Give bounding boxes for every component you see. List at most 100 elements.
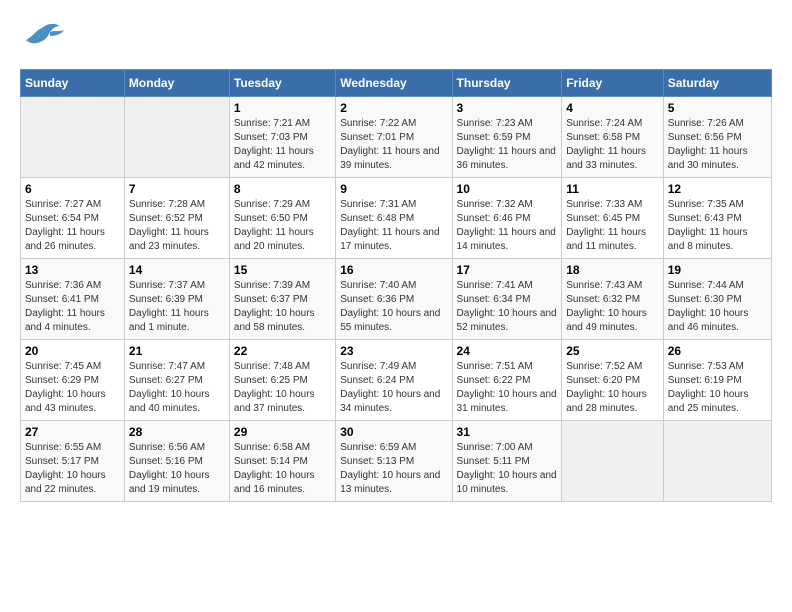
day-number: 3 bbox=[457, 101, 558, 115]
calendar-week-1: 1 Sunrise: 7:21 AM Sunset: 7:03 PM Daylig… bbox=[21, 97, 772, 178]
calendar-cell: 31 Sunrise: 7:00 AM Sunset: 5:11 PM Dayli… bbox=[452, 421, 562, 502]
day-number: 15 bbox=[234, 263, 331, 277]
day-number: 13 bbox=[25, 263, 120, 277]
day-number: 24 bbox=[457, 344, 558, 358]
calendar-cell: 3 Sunrise: 7:23 AM Sunset: 6:59 PM Daylig… bbox=[452, 97, 562, 178]
calendar-cell bbox=[124, 97, 229, 178]
logo-icon bbox=[20, 20, 64, 54]
day-number: 29 bbox=[234, 425, 331, 439]
day-number: 5 bbox=[668, 101, 767, 115]
calendar-cell: 30Sunrise: 6:59 AM Sunset: 5:13 PM Dayli… bbox=[336, 421, 452, 502]
day-number: 8 bbox=[234, 182, 331, 196]
day-number: 27 bbox=[25, 425, 120, 439]
weekday-header-saturday: Saturday bbox=[663, 70, 771, 97]
calendar-cell: 28 Sunrise: 6:56 AM Sunset: 5:16 PM Dayli… bbox=[124, 421, 229, 502]
calendar-cell: 10 Sunrise: 7:32 AM Sunset: 6:46 PM Dayli… bbox=[452, 178, 562, 259]
day-info: Sunrise: 7:33 AM Sunset: 6:45 PM Dayligh… bbox=[566, 198, 659, 254]
day-number: 20 bbox=[25, 344, 120, 358]
weekday-header-friday: Friday bbox=[562, 70, 664, 97]
day-number: 2 bbox=[340, 101, 447, 115]
calendar-cell: 13 Sunrise: 7:36 AM Sunset: 6:41 PM Dayli… bbox=[21, 259, 125, 340]
day-info: Sunrise: 7:21 AM Sunset: 7:03 PM Dayligh… bbox=[234, 117, 331, 173]
day-info: Sunrise: 7:27 AM Sunset: 6:54 PM Dayligh… bbox=[25, 198, 120, 254]
calendar-week-5: 27 Sunrise: 6:55 AM Sunset: 5:17 PM Dayli… bbox=[21, 421, 772, 502]
page-header bbox=[20, 20, 772, 59]
calendar-table: SundayMondayTuesdayWednesdayThursdayFrid… bbox=[20, 69, 772, 502]
day-info: Sunrise: 6:55 AM Sunset: 5:17 PM Dayligh… bbox=[25, 441, 120, 497]
day-info: Sunrise: 7:47 AM Sunset: 6:27 PM Dayligh… bbox=[129, 360, 225, 416]
calendar-cell: 16 Sunrise: 7:40 AM Sunset: 6:36 PM Dayli… bbox=[336, 259, 452, 340]
weekday-header-monday: Monday bbox=[124, 70, 229, 97]
day-info: Sunrise: 7:53 AM Sunset: 6:19 PM Dayligh… bbox=[668, 360, 767, 416]
day-info: Sunrise: 7:24 AM Sunset: 6:58 PM Dayligh… bbox=[566, 117, 659, 173]
calendar-cell: 22 Sunrise: 7:48 AM Sunset: 6:25 PM Dayli… bbox=[229, 340, 335, 421]
calendar-cell: 17Sunrise: 7:41 AM Sunset: 6:34 PM Dayli… bbox=[452, 259, 562, 340]
calendar-cell: 29 Sunrise: 6:58 AM Sunset: 5:14 PM Dayli… bbox=[229, 421, 335, 502]
day-info: Sunrise: 7:36 AM Sunset: 6:41 PM Dayligh… bbox=[25, 279, 120, 335]
calendar-cell: 19 Sunrise: 7:44 AM Sunset: 6:30 PM Dayli… bbox=[663, 259, 771, 340]
day-info: Sunrise: 7:49 AM Sunset: 6:24 PM Dayligh… bbox=[340, 360, 447, 416]
calendar-cell bbox=[21, 97, 125, 178]
calendar-cell: 25 Sunrise: 7:52 AM Sunset: 6:20 PM Dayli… bbox=[562, 340, 664, 421]
day-number: 18 bbox=[566, 263, 659, 277]
day-number: 22 bbox=[234, 344, 331, 358]
calendar-cell: 12Sunrise: 7:35 AM Sunset: 6:43 PM Dayli… bbox=[663, 178, 771, 259]
calendar-header: SundayMondayTuesdayWednesdayThursdayFrid… bbox=[21, 70, 772, 97]
day-info: Sunrise: 7:32 AM Sunset: 6:46 PM Dayligh… bbox=[457, 198, 558, 254]
calendar-cell bbox=[663, 421, 771, 502]
day-info: Sunrise: 6:58 AM Sunset: 5:14 PM Dayligh… bbox=[234, 441, 331, 497]
day-info: Sunrise: 7:22 AM Sunset: 7:01 PM Dayligh… bbox=[340, 117, 447, 173]
calendar-cell: 18Sunrise: 7:43 AM Sunset: 6:32 PM Dayli… bbox=[562, 259, 664, 340]
weekday-header-tuesday: Tuesday bbox=[229, 70, 335, 97]
day-info: Sunrise: 7:28 AM Sunset: 6:52 PM Dayligh… bbox=[129, 198, 225, 254]
weekday-header-wednesday: Wednesday bbox=[336, 70, 452, 97]
day-number: 16 bbox=[340, 263, 447, 277]
day-info: Sunrise: 7:44 AM Sunset: 6:30 PM Dayligh… bbox=[668, 279, 767, 335]
day-info: Sunrise: 7:26 AM Sunset: 6:56 PM Dayligh… bbox=[668, 117, 767, 173]
weekday-header-sunday: Sunday bbox=[21, 70, 125, 97]
calendar-week-3: 13 Sunrise: 7:36 AM Sunset: 6:41 PM Dayli… bbox=[21, 259, 772, 340]
calendar-cell: 15Sunrise: 7:39 AM Sunset: 6:37 PM Dayli… bbox=[229, 259, 335, 340]
day-info: Sunrise: 7:52 AM Sunset: 6:20 PM Dayligh… bbox=[566, 360, 659, 416]
day-number: 28 bbox=[129, 425, 225, 439]
day-number: 14 bbox=[129, 263, 225, 277]
day-number: 6 bbox=[25, 182, 120, 196]
day-number: 10 bbox=[457, 182, 558, 196]
calendar-cell: 23Sunrise: 7:49 AM Sunset: 6:24 PM Dayli… bbox=[336, 340, 452, 421]
calendar-cell: 26Sunrise: 7:53 AM Sunset: 6:19 PM Dayli… bbox=[663, 340, 771, 421]
calendar-cell bbox=[562, 421, 664, 502]
day-info: Sunrise: 7:31 AM Sunset: 6:48 PM Dayligh… bbox=[340, 198, 447, 254]
calendar-cell: 1 Sunrise: 7:21 AM Sunset: 7:03 PM Daylig… bbox=[229, 97, 335, 178]
logo bbox=[20, 20, 68, 59]
day-number: 19 bbox=[668, 263, 767, 277]
day-info: Sunrise: 7:00 AM Sunset: 5:11 PM Dayligh… bbox=[457, 441, 558, 497]
calendar-cell: 21 Sunrise: 7:47 AM Sunset: 6:27 PM Dayli… bbox=[124, 340, 229, 421]
calendar-cell: 20 Sunrise: 7:45 AM Sunset: 6:29 PM Dayli… bbox=[21, 340, 125, 421]
day-number: 31 bbox=[457, 425, 558, 439]
day-number: 7 bbox=[129, 182, 225, 196]
day-info: Sunrise: 7:37 AM Sunset: 6:39 PM Dayligh… bbox=[129, 279, 225, 335]
day-info: Sunrise: 7:40 AM Sunset: 6:36 PM Dayligh… bbox=[340, 279, 447, 335]
day-info: Sunrise: 7:41 AM Sunset: 6:34 PM Dayligh… bbox=[457, 279, 558, 335]
day-info: Sunrise: 7:23 AM Sunset: 6:59 PM Dayligh… bbox=[457, 117, 558, 173]
day-number: 1 bbox=[234, 101, 331, 115]
day-number: 11 bbox=[566, 182, 659, 196]
calendar-cell: 14 Sunrise: 7:37 AM Sunset: 6:39 PM Dayli… bbox=[124, 259, 229, 340]
day-info: Sunrise: 7:29 AM Sunset: 6:50 PM Dayligh… bbox=[234, 198, 331, 254]
calendar-week-2: 6 Sunrise: 7:27 AM Sunset: 6:54 PM Daylig… bbox=[21, 178, 772, 259]
calendar-cell: 2 Sunrise: 7:22 AM Sunset: 7:01 PM Daylig… bbox=[336, 97, 452, 178]
day-info: Sunrise: 7:45 AM Sunset: 6:29 PM Dayligh… bbox=[25, 360, 120, 416]
day-number: 4 bbox=[566, 101, 659, 115]
day-info: Sunrise: 7:48 AM Sunset: 6:25 PM Dayligh… bbox=[234, 360, 331, 416]
day-info: Sunrise: 6:56 AM Sunset: 5:16 PM Dayligh… bbox=[129, 441, 225, 497]
calendar-cell: 27 Sunrise: 6:55 AM Sunset: 5:17 PM Dayli… bbox=[21, 421, 125, 502]
day-number: 9 bbox=[340, 182, 447, 196]
calendar-cell: 9 Sunrise: 7:31 AM Sunset: 6:48 PM Daylig… bbox=[336, 178, 452, 259]
day-info: Sunrise: 6:59 AM Sunset: 5:13 PM Dayligh… bbox=[340, 441, 447, 497]
day-number: 25 bbox=[566, 344, 659, 358]
calendar-cell: 24 Sunrise: 7:51 AM Sunset: 6:22 PM Dayli… bbox=[452, 340, 562, 421]
calendar-cell: 4 Sunrise: 7:24 AM Sunset: 6:58 PM Daylig… bbox=[562, 97, 664, 178]
day-number: 21 bbox=[129, 344, 225, 358]
calendar-cell: 5 Sunrise: 7:26 AM Sunset: 6:56 PM Daylig… bbox=[663, 97, 771, 178]
day-info: Sunrise: 7:51 AM Sunset: 6:22 PM Dayligh… bbox=[457, 360, 558, 416]
